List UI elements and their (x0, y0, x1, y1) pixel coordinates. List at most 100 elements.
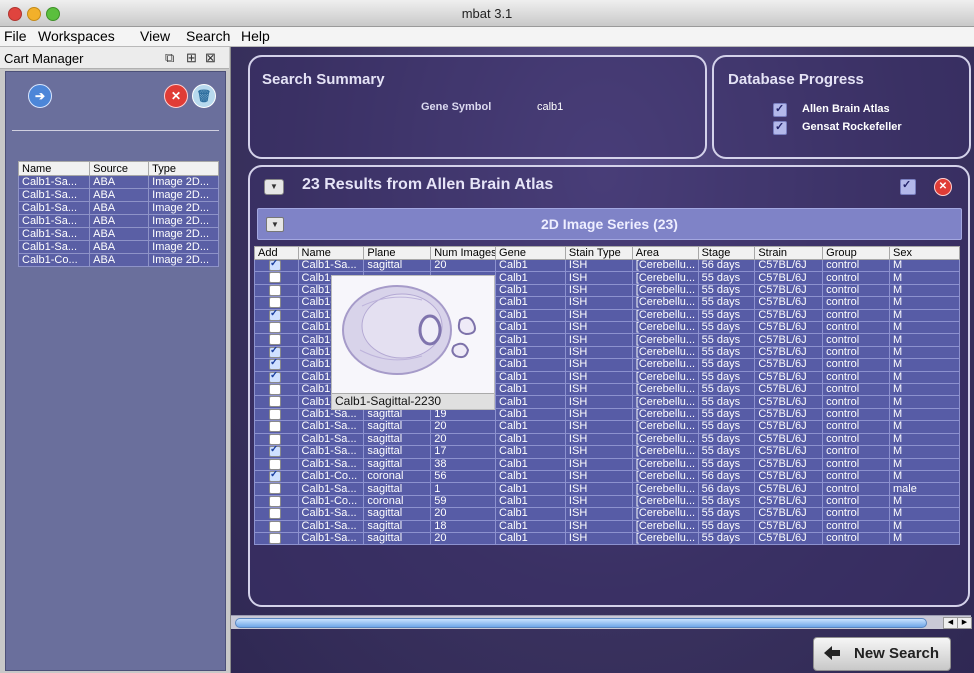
image-preview-popup: Calb1-Sagittal-2230 (331, 275, 495, 410)
results-column-header[interactable]: Plane (363, 246, 432, 260)
cart-manager-title: Cart Manager (4, 51, 84, 66)
scroll-left-button[interactable]: ◀ (943, 617, 958, 629)
remove-cart-item-button[interactable]: ✕ (164, 84, 188, 108)
pin-panel-icon[interactable]: ⊞ (186, 50, 197, 66)
results-table-row[interactable]: Calb1-Co...coronal56Calb1ISH[Cerebellu..… (254, 469, 960, 484)
cart-manager-header: Cart Manager ⧉ ⊞ ⊠ (0, 47, 229, 69)
close-results-icon[interactable]: ✕ (934, 178, 952, 196)
add-checkbox[interactable] (269, 310, 281, 321)
add-checkbox[interactable] (269, 533, 281, 544)
add-checkbox[interactable] (269, 421, 281, 433)
cart-column-header[interactable]: Type (148, 161, 219, 176)
results-cell: M (889, 407, 960, 422)
results-cell: Calb1-Sa... (297, 519, 365, 533)
results-column-header[interactable]: Gene (495, 246, 566, 260)
results-cell: Calb1-Co... (297, 494, 365, 509)
cart-table-row[interactable]: Calb1-Sa... ABA Image 2D... (17, 201, 219, 215)
add-checkbox[interactable] (269, 297, 281, 309)
results-cell: control (822, 258, 891, 273)
add-checkbox[interactable] (269, 347, 281, 358)
scroll-right-button[interactable]: ▶ (957, 617, 972, 629)
results-column-header[interactable]: Area (631, 246, 699, 260)
add-checkbox[interactable] (269, 384, 281, 395)
results-column-header[interactable]: Num Images (430, 246, 497, 260)
results-table-row[interactable]: Calb1-Sa...sagittal20Calb1ISH[Cerebellu.… (254, 432, 960, 447)
cart-table-row[interactable]: Calb1-Sa... ABA Image 2D... (17, 188, 219, 202)
results-cell: C57BL/6J (754, 345, 824, 360)
results-column-header[interactable]: Group (822, 246, 891, 260)
results-cell: ISH (564, 420, 633, 434)
results-table-row[interactable]: Calb1-Sa... sagittal 19 Calb1 ISH [Cerebellu.… (254, 407, 960, 422)
search-summary-panel: Search Summary Gene Symbol calb1 (248, 55, 707, 159)
add-cell (254, 345, 299, 360)
add-checkbox[interactable] (269, 272, 281, 284)
results-cell: M (889, 296, 960, 310)
add-checkbox[interactable] (269, 471, 281, 482)
cart-table-row[interactable]: Calb1-Co... ABA Image 2D... (17, 253, 219, 267)
results-table-row[interactable]: Calb1-Sa...sagittal17Calb1ISH[Cerebellu.… (254, 445, 960, 459)
add-checkbox[interactable] (269, 521, 281, 532)
add-checkbox[interactable] (269, 434, 281, 445)
results-column-header[interactable]: Strain (754, 246, 824, 260)
cart-column-header[interactable]: Name (17, 161, 91, 176)
float-panel-icon[interactable]: ⧉ (165, 50, 174, 66)
add-checkbox[interactable] (269, 285, 281, 296)
select-all-icon[interactable] (900, 178, 916, 195)
results-column-header[interactable]: Name (297, 246, 365, 260)
results-table-row[interactable]: Calb1-Sa...sagittal20Calb1ISH[Cerebellu.… (254, 258, 960, 273)
results-column-header[interactable]: Stage (697, 246, 756, 260)
cart-table-row[interactable]: Calb1-Sa... ABA Image 2D... (17, 214, 219, 228)
results-table-row[interactable]: Calb1-Sa...sagittal20Calb1ISH[Cerebellu.… (254, 531, 960, 546)
results-cell: C57BL/6J (754, 507, 824, 521)
add-checkbox[interactable] (269, 334, 281, 346)
results-cell: 1 (430, 482, 497, 496)
results-cell: [Cerebellu... (631, 407, 699, 422)
close-panel-icon[interactable]: ⊠ (205, 50, 216, 66)
results-table-row[interactable]: Calb1-Sa...sagittal20Calb1ISH[Cerebellu.… (254, 507, 960, 521)
results-table-row[interactable]: Calb1-Sa...sagittal20Calb1ISH[Cerebellu.… (254, 420, 960, 434)
results-cell: 55 days (697, 494, 756, 509)
menu-workspaces[interactable]: Workspaces (38, 28, 115, 44)
add-checkbox[interactable] (269, 496, 281, 507)
results-cell: Calb1-Sa... (297, 420, 365, 434)
menu-search[interactable]: Search (186, 28, 230, 44)
results-cell: C57BL/6J (754, 333, 824, 347)
results-column-header[interactable]: Add (254, 246, 299, 260)
add-checkbox[interactable] (269, 409, 281, 420)
results-cell: C57BL/6J (754, 395, 824, 409)
results-table-row[interactable]: Calb1-Sa... sagittal 38 Calb1 ISH [Cerebellu.… (254, 457, 960, 471)
results-cell: 56 (430, 469, 497, 484)
menu-view[interactable]: View (140, 28, 170, 44)
results-table-row[interactable]: Calb1-Co... coronal 59 Calb1 ISH [Cerebellu..… (254, 494, 960, 509)
results-table-row[interactable]: Calb1-Sa... sagittal 18 Calb1 ISH [Cerebellu.… (254, 519, 960, 533)
menu-help[interactable]: Help (241, 28, 270, 44)
trash-icon[interactable]: 🗑 (192, 84, 216, 108)
collapse-results-button[interactable]: ▼ (264, 179, 284, 195)
horizontal-scrollbar[interactable]: ◀ ▶ (231, 615, 972, 629)
results-table-row[interactable]: Calb1-Sa... sagittal 1 Calb1 ISH [Cerebellu..… (254, 482, 960, 496)
cart-table-row[interactable]: Calb1-Sa... ABA Image 2D... (17, 175, 219, 189)
add-checkbox[interactable] (269, 322, 281, 333)
add-checkbox[interactable] (269, 483, 281, 495)
add-checkbox[interactable] (269, 397, 281, 408)
results-cell: Calb1 (495, 308, 566, 323)
results-cell: M (889, 308, 960, 323)
results-column-header[interactable]: Sex (889, 246, 960, 260)
add-checkbox[interactable] (269, 359, 281, 371)
add-checkbox[interactable] (269, 446, 281, 457)
add-checkbox[interactable] (269, 459, 281, 470)
add-checkbox[interactable] (269, 372, 281, 383)
results-table-header-row: Add Name Plane Num Images Gene Stain Type Area… (254, 246, 960, 260)
results-column-header[interactable]: Stain Type (564, 246, 633, 260)
scrollbar-thumb[interactable] (235, 618, 927, 628)
new-search-button[interactable]: New Search (813, 637, 951, 671)
cart-table-row[interactable]: Calb1-Sa... ABA Image 2D... (17, 227, 219, 241)
open-cart-button[interactable]: ➔ (28, 84, 52, 108)
cart-table-row[interactable]: Calb1-Sa... ABA Image 2D... (17, 240, 219, 254)
results-cell: control (822, 395, 891, 409)
cart-column-header[interactable]: Source (89, 161, 150, 176)
add-checkbox[interactable] (269, 260, 281, 271)
menu-file[interactable]: File (4, 28, 27, 44)
search-summary-title: Search Summary (262, 71, 385, 88)
add-checkbox[interactable] (269, 508, 281, 519)
